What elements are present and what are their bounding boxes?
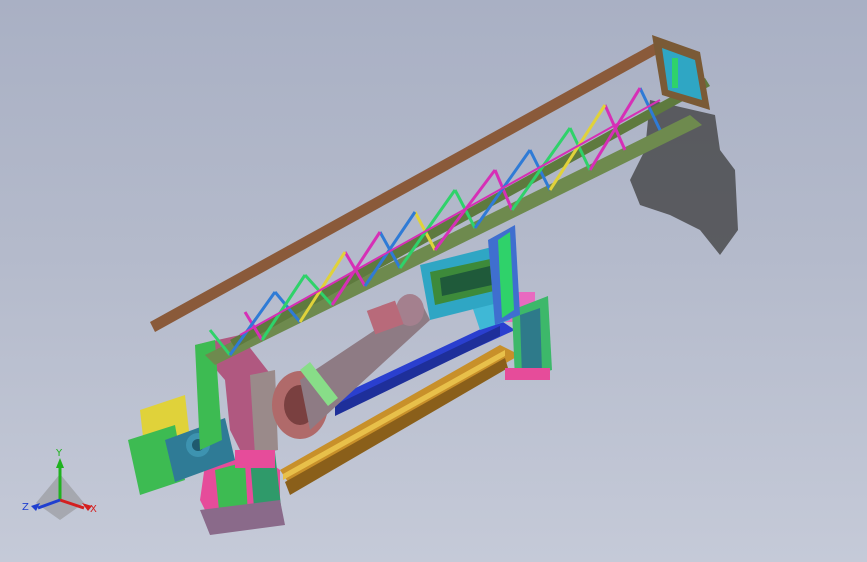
x-axis-label: X (90, 504, 97, 515)
cad-viewport[interactable]: Y Z X (0, 0, 867, 562)
z-axis-label: Z (22, 502, 29, 513)
y-axis-arrow-icon (56, 458, 64, 468)
y-axis-label: Y (56, 448, 63, 459)
axis-triad: Y Z X (22, 448, 102, 524)
crane-model-3d[interactable] (0, 0, 867, 562)
